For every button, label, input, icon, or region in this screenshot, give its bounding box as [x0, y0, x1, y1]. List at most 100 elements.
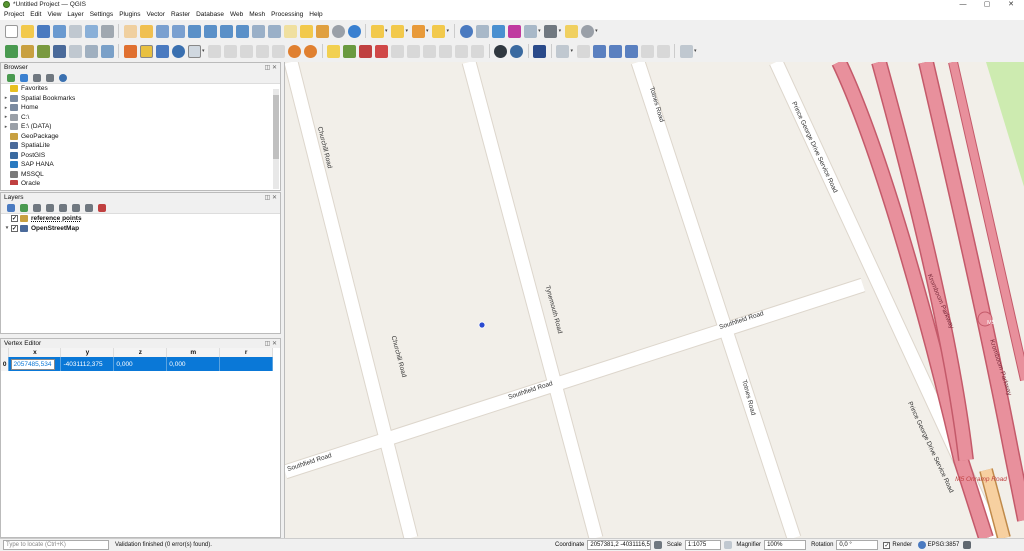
browser-item[interactable]: Oracle	[2, 179, 280, 185]
deselect-icon[interactable]	[411, 24, 425, 38]
layout-manager-icon[interactable]	[84, 24, 98, 38]
zoom-out-icon[interactable]	[171, 24, 185, 38]
new-print-layout-icon[interactable]	[68, 24, 82, 38]
rotate-symbol-icon[interactable]	[471, 44, 485, 58]
copy-features-icon[interactable]	[256, 44, 270, 58]
new-map-view-icon[interactable]	[283, 24, 297, 38]
split-icon[interactable]	[640, 44, 654, 58]
temporal-controller-icon[interactable]	[331, 24, 345, 38]
cell-z[interactable]: 0,000	[113, 357, 168, 371]
expand-all-icon[interactable]	[71, 203, 80, 212]
select-value-icon[interactable]	[432, 24, 446, 38]
zoom-native-icon[interactable]	[235, 24, 249, 38]
redo-icon[interactable]	[304, 44, 318, 58]
filter-legend-icon[interactable]	[45, 203, 54, 212]
save-project-icon[interactable]	[36, 24, 50, 38]
field-calculator-icon[interactable]	[491, 24, 505, 38]
collapse-all-icon[interactable]	[45, 73, 54, 82]
browser-scrollbar[interactable]	[273, 89, 279, 189]
pin-labels-icon[interactable]	[343, 44, 357, 58]
expand-arrow-icon[interactable]: ▸	[2, 95, 10, 101]
open-project-icon[interactable]	[20, 24, 34, 38]
cell-m[interactable]: 0,000	[166, 357, 221, 371]
zoom-in-icon[interactable]	[155, 24, 169, 38]
zoom-next-icon[interactable]	[267, 24, 281, 38]
text-annotation-icon[interactable]	[556, 44, 570, 58]
magnifier-field[interactable]: 100%	[764, 540, 807, 550]
cell-x-editor[interactable]: 2057485,534	[11, 358, 56, 370]
zoom-selection-icon[interactable]	[203, 24, 217, 38]
add-layer-icon[interactable]	[6, 73, 15, 82]
panel-float-close-icon[interactable]: ◫ ✕	[265, 64, 277, 73]
locate-search-input[interactable]: Type to locate (Ctrl+K)	[3, 540, 109, 550]
paste-features-icon[interactable]	[272, 44, 286, 58]
browser-item[interactable]: GeoPackage	[2, 132, 280, 142]
new-virtual-layer-icon[interactable]	[84, 44, 98, 58]
change-label-icon[interactable]	[423, 44, 437, 58]
modify-attributes-icon[interactable]	[208, 44, 222, 58]
layer-styling-icon[interactable]	[6, 203, 15, 212]
table-row[interactable]: 0 2057485,534 -4031112,375 0,000 0,000	[1, 357, 273, 371]
add-group-icon[interactable]	[19, 203, 28, 212]
browser-item[interactable]: ▸ C:\	[2, 113, 280, 123]
menu-web[interactable]: Web	[230, 11, 243, 18]
zoom-full-icon[interactable]	[187, 24, 201, 38]
layer-item[interactable]: ▾ ✓ OpenStreetMap	[3, 224, 280, 234]
highlight-labels-icon[interactable]	[359, 44, 373, 58]
lock-scale-icon[interactable]	[723, 541, 732, 549]
new-temp-layer-icon[interactable]	[68, 44, 82, 58]
style-manager-icon[interactable]	[100, 24, 114, 38]
save-as-icon[interactable]	[52, 24, 66, 38]
layer-expand-icon[interactable]: ▾	[3, 225, 11, 231]
zoom-last-icon[interactable]	[251, 24, 265, 38]
text-format-icon[interactable]	[679, 44, 693, 58]
identify-icon[interactable]	[459, 24, 473, 38]
scale-field[interactable]: 1:1075	[684, 540, 721, 550]
col-header-y[interactable]: y	[60, 348, 115, 357]
filter-expression-icon[interactable]	[58, 203, 67, 212]
messages-icon[interactable]	[963, 541, 972, 549]
col-header-x[interactable]: x	[8, 348, 62, 357]
layer-item[interactable]: ✓ reference points	[3, 214, 280, 224]
python-console-icon[interactable]	[510, 44, 524, 58]
cell-r[interactable]	[219, 357, 273, 371]
browser-item[interactable]: MSSQL	[2, 170, 280, 180]
data-source-manager-icon[interactable]	[4, 44, 18, 58]
show-hide-labels-icon[interactable]	[375, 44, 389, 58]
undo-icon[interactable]	[288, 44, 302, 58]
menu-edit[interactable]: Edit	[30, 11, 41, 18]
rotation-field[interactable]: 0,0 °	[836, 540, 879, 550]
collapse-all-icon[interactable]	[84, 203, 93, 212]
minimize-button[interactable]: —	[952, 0, 974, 9]
statistics-sigma-icon[interactable]	[507, 24, 521, 38]
delete-selected-icon[interactable]	[224, 44, 238, 58]
menu-view[interactable]: View	[47, 11, 61, 18]
label-tool-icon[interactable]	[327, 44, 341, 58]
pan-icon[interactable]	[123, 24, 137, 38]
offset-curve-icon[interactable]	[624, 44, 638, 58]
col-header-z[interactable]: z	[113, 348, 168, 357]
panel-float-close-icon[interactable]: ◫ ✕	[265, 194, 277, 203]
panel-float-close-icon[interactable]: ◫ ✕	[265, 340, 277, 349]
col-header-m[interactable]: m	[166, 348, 221, 357]
move-diagram-icon[interactable]	[455, 44, 469, 58]
new-project-icon[interactable]	[4, 24, 18, 38]
attribute-table-icon[interactable]	[475, 24, 489, 38]
menu-layer[interactable]: Layer	[67, 11, 83, 18]
maximize-button[interactable]: ▢	[976, 0, 998, 9]
close-button[interactable]: ✕	[1000, 0, 1022, 9]
advanced-digitize-icon[interactable]	[592, 44, 606, 58]
browser-item[interactable]: SpatiaLite	[2, 141, 280, 151]
add-point-icon[interactable]	[171, 44, 185, 58]
refresh-icon[interactable]	[19, 73, 28, 82]
zoom-layer-icon[interactable]	[219, 24, 233, 38]
annotation-icon[interactable]	[580, 24, 594, 38]
menu-plugins[interactable]: Plugins	[119, 11, 140, 18]
current-edits-icon[interactable]	[123, 44, 137, 58]
reshape-icon[interactable]	[608, 44, 622, 58]
toggle-editing-icon[interactable]	[139, 44, 153, 58]
extents-toggle-icon[interactable]	[654, 541, 663, 549]
menu-project[interactable]: Project	[4, 11, 24, 18]
rotate-label-icon[interactable]	[407, 44, 421, 58]
manage-themes-icon[interactable]	[32, 203, 41, 212]
